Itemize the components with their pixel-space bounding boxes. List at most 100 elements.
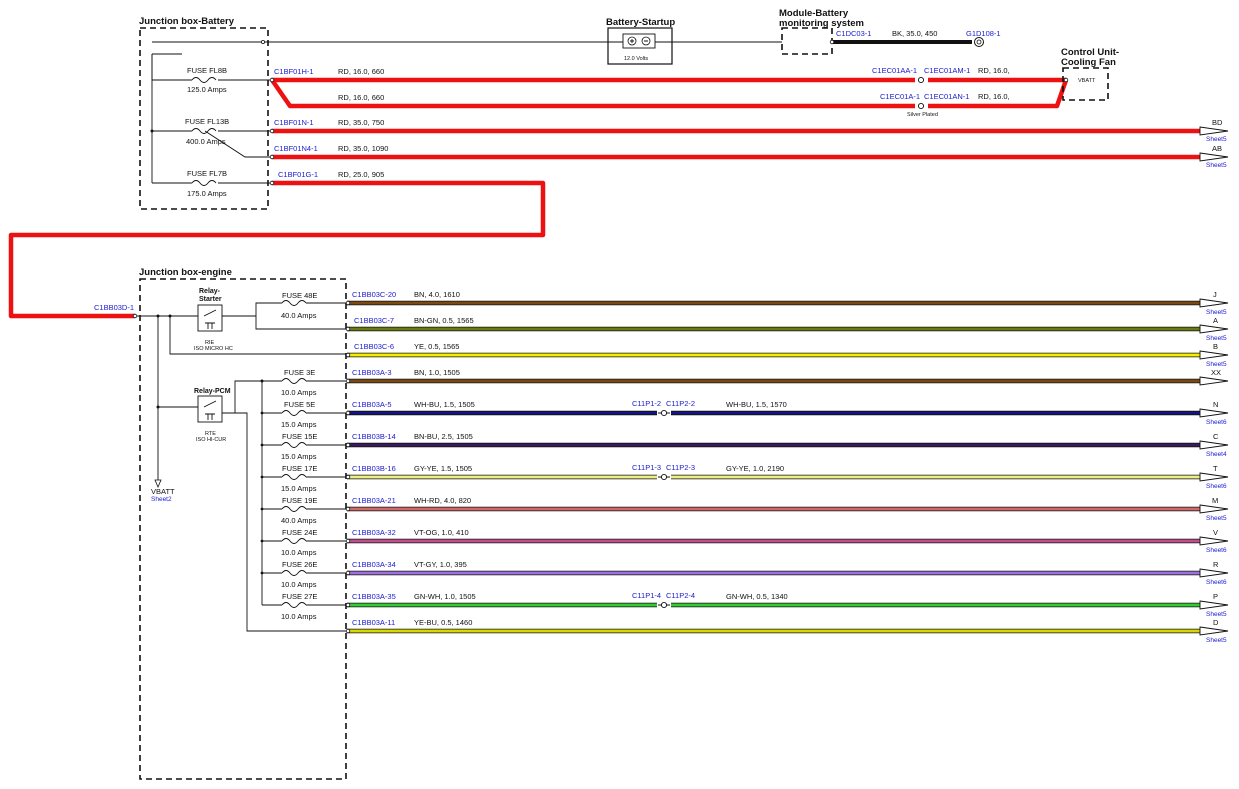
connector-label[interactable]: C1BB03B-14 (352, 432, 396, 441)
connector-label[interactable]: C1BB03A-35 (352, 592, 396, 601)
sheet-ref[interactable]: Sheet6 (1206, 547, 1227, 554)
connector-label[interactable]: C1BB03A-11 (352, 618, 395, 627)
connector-label[interactable]: C1BF01N4-1 (274, 144, 318, 153)
fuse-icon[interactable] (281, 410, 346, 416)
wire-spec: GN-WH, 0.5, 1340 (726, 592, 788, 601)
connector-label[interactable]: C1BB03C-7 (354, 316, 394, 325)
fuse-icon[interactable] (281, 570, 346, 576)
arrow-end-icon[interactable] (1199, 536, 1229, 546)
fuse-icon[interactable] (281, 442, 346, 448)
connector-label[interactable]: C1BF01N-1 (274, 118, 314, 127)
arrow-end-icon[interactable] (1199, 350, 1229, 360)
splice-label[interactable]: C11P1-3 (632, 463, 661, 472)
relay-pcm-icon[interactable] (197, 395, 223, 423)
connector-label[interactable]: C1BB03D-1 (94, 303, 134, 312)
splice-label[interactable]: C11P1-2 (632, 399, 661, 408)
connector-label[interactable]: C1EC01AA-1 (872, 66, 917, 75)
arrow-end-icon[interactable] (1199, 298, 1229, 308)
wire-c1bf01g-engine-feed[interactable] (8, 180, 546, 319)
splice-label[interactable]: C11P2-3 (666, 463, 695, 472)
wire-spec: YE, 0.5, 1565 (414, 342, 459, 351)
arrow-end-icon[interactable] (1199, 152, 1229, 162)
arrow-end-icon[interactable] (1199, 472, 1229, 482)
splice-label[interactable]: C11P2-4 (666, 591, 695, 600)
fuse-icon[interactable] (191, 77, 217, 83)
connector-label[interactable]: C1EC01AN-1 (924, 92, 969, 101)
sheet-ref[interactable]: Sheet5 (1206, 309, 1227, 316)
fuse-icon[interactable] (281, 300, 346, 306)
connector-label[interactable]: C1EC01AM-1 (924, 66, 970, 75)
sheet-ref[interactable]: Sheet5 (1206, 611, 1227, 618)
sheet-ref[interactable]: Sheet5 (1206, 335, 1227, 342)
connector-label[interactable]: C1BB03A-34 (352, 560, 396, 569)
fuse-label: FUSE 19E (282, 496, 317, 505)
fuse-icon[interactable] (281, 474, 346, 480)
vbatt-ref: VBATT (151, 487, 175, 496)
fuse-rating: 10.0 Amps (281, 580, 317, 589)
ground-label[interactable]: G1D108-1 (966, 29, 1001, 38)
connector-label[interactable]: C1BB03C-20 (352, 290, 396, 299)
connector-label[interactable]: C1BB03A-5 (352, 400, 392, 409)
fuse-rating: 175.0 Amps (187, 189, 227, 198)
arrow-end-icon[interactable] (1199, 440, 1229, 450)
arrow-end-icon[interactable] (1199, 376, 1229, 386)
sheet-ref[interactable]: Sheet5 (1206, 637, 1227, 644)
wire-spec: BN-BU, 2.5, 1505 (414, 432, 473, 441)
wire-end-label: AB (1212, 144, 1222, 153)
fuse-label: FUSE 15E (282, 432, 317, 441)
arrow-end-icon[interactable] (1199, 324, 1229, 334)
sheet-ref[interactable]: Sheet5 (1206, 162, 1227, 169)
fuse-icon[interactable] (281, 538, 346, 544)
fuse-icon[interactable] (281, 378, 346, 384)
vbatt-ref-arrow-icon[interactable] (154, 479, 162, 489)
fuse-icon[interactable] (191, 180, 217, 186)
connector-label[interactable]: C1DC03-1 (836, 29, 871, 38)
splice-connector-icon[interactable] (660, 473, 668, 481)
arrow-end-icon[interactable] (1199, 626, 1229, 636)
splice-connector-icon[interactable] (660, 409, 668, 417)
connector-label[interactable]: C1BB03B-16 (352, 464, 396, 473)
fuse-icon[interactable] (281, 506, 346, 512)
splice-connector-icon[interactable] (917, 102, 925, 110)
wire-end-label: J (1213, 290, 1217, 299)
sheet-ref[interactable]: Sheet2 (151, 496, 172, 503)
wire-spec: BN-GN, 0.5, 1565 (414, 316, 474, 325)
splice-label[interactable]: C11P2-2 (666, 399, 695, 408)
sheet-ref[interactable]: Sheet5 (1206, 515, 1227, 522)
wire-spec: WH-BU, 1.5, 1570 (726, 400, 787, 409)
sheet-ref[interactable]: Sheet6 (1206, 483, 1227, 490)
wire-spec: WH-RD, 4.0, 820 (414, 496, 471, 505)
connector-label[interactable]: C1BF01G-1 (278, 170, 318, 179)
relay-starter-icon[interactable] (197, 304, 223, 332)
connector-label[interactable]: C1EC01A-1 (880, 92, 920, 101)
connector-label[interactable]: C1BB03C-6 (354, 342, 394, 351)
wire-end-label: T (1213, 464, 1218, 473)
sheet-ref[interactable]: Sheet6 (1206, 579, 1227, 586)
fuse-icon[interactable] (281, 602, 346, 608)
splice-connector-icon[interactable] (660, 601, 668, 609)
wire-end-label: B (1213, 342, 1218, 351)
fuse-label: FUSE FL7B (187, 169, 227, 178)
arrow-end-icon[interactable] (1199, 504, 1229, 514)
splice-connector-icon[interactable] (917, 76, 925, 84)
sheet-ref[interactable]: Sheet4 (1206, 451, 1227, 458)
connector-label[interactable]: C1BB03A-32 (352, 528, 396, 537)
fuse-rating: 10.0 Amps (281, 612, 317, 621)
arrow-end-icon[interactable] (1199, 408, 1229, 418)
cooling-fan-unit: Control Unit- Cooling Fan VBATT (1061, 47, 1119, 101)
splice-label[interactable]: C11P1-4 (632, 591, 661, 600)
wire-spec: RD, 16.0, 660 (338, 67, 384, 76)
sheet-ref[interactable]: Sheet5 (1206, 361, 1227, 368)
wire-spec: RD, 35.0, 1090 (338, 144, 388, 153)
arrow-end-icon[interactable] (1199, 600, 1229, 610)
arrow-end-icon[interactable] (1199, 568, 1229, 578)
wire-end-label: N (1213, 400, 1218, 409)
sheet-ref[interactable]: Sheet5 (1206, 136, 1227, 143)
sheet-ref[interactable]: Sheet6 (1206, 419, 1227, 426)
connector-label[interactable]: C1BB03A-3 (352, 368, 392, 377)
connector-label[interactable]: C1BB03A-21 (352, 496, 396, 505)
connector-label[interactable]: C1BF01H-1 (274, 67, 314, 76)
fuse-icon[interactable] (191, 128, 217, 134)
wire-spec: YE-BU, 0.5, 1460 (414, 618, 472, 627)
arrow-end-icon[interactable] (1199, 126, 1229, 136)
